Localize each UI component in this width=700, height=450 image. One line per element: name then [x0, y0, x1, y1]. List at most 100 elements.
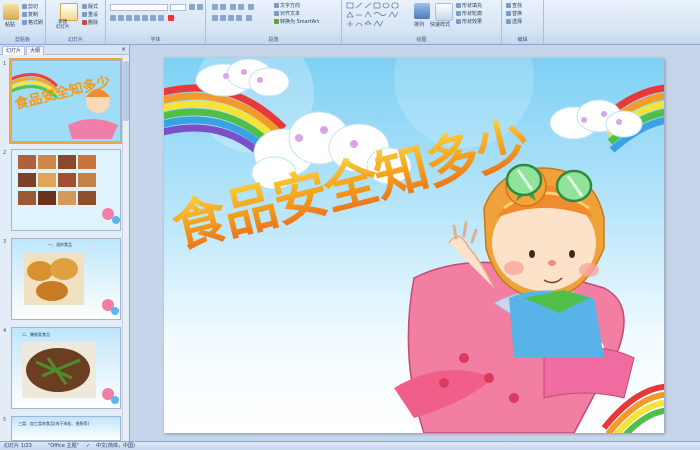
- slide-3-caption: 一、油炸食品: [48, 242, 72, 247]
- font-name-box[interactable]: [110, 4, 168, 11]
- clipboard-group-label: 剪贴板: [14, 37, 30, 43]
- align-text-icon: [274, 11, 279, 16]
- tab-outline[interactable]: 大纲: [26, 46, 45, 55]
- slides-group-label: 幻灯片: [67, 37, 83, 43]
- new-slide-icon[interactable]: [60, 3, 78, 21]
- find-label: 查找: [512, 3, 523, 9]
- slides-pane: 幻灯片 大纲 × 1 食品安全知多少 2 3 一、油炸食品 4 二、腌制类食品 …: [0, 45, 130, 441]
- slide-number: 4: [3, 328, 7, 334]
- slide-thumbnail-5[interactable]: 三类、加工类肉食品(肉干肉松、香肠等): [11, 416, 121, 441]
- text-direction-button[interactable]: 文字方向: [274, 2, 300, 9]
- scrollbar-thumb[interactable]: [123, 61, 129, 121]
- delete-slide-button[interactable]: 删除: [82, 19, 98, 26]
- delete-icon: [82, 20, 87, 25]
- reset-icon: [82, 12, 87, 17]
- copy-button[interactable]: 复制: [22, 11, 38, 18]
- brush-icon: [22, 20, 27, 25]
- arrange-button[interactable]: 排列: [414, 21, 424, 28]
- format-painter-button[interactable]: 格式刷: [22, 19, 43, 26]
- font-group: 字体: [106, 0, 206, 44]
- align-center-icon[interactable]: [220, 15, 226, 21]
- slide-editor[interactable]: 食品安全知多少: [164, 58, 664, 433]
- smartart-label: 转换为 SmartArt: [280, 19, 320, 25]
- editing-group-label: 编辑: [517, 37, 528, 43]
- slide-number: 2: [3, 150, 7, 156]
- slides-group: 新建 幻灯片 版式 重设 删除 幻灯片: [46, 0, 106, 44]
- slide-2-preview: [12, 150, 120, 230]
- effects-icon: [456, 19, 461, 24]
- cursor-icon: [506, 19, 511, 24]
- bold-icon[interactable]: [110, 15, 116, 21]
- cut-button[interactable]: 剪切: [22, 3, 38, 10]
- replace-button[interactable]: 替换: [506, 10, 522, 17]
- align-right-icon[interactable]: [228, 15, 234, 21]
- columns-icon[interactable]: [246, 15, 252, 21]
- slide-thumbnail-3[interactable]: 一、油炸食品: [11, 238, 121, 320]
- thumbnail-scrollbar[interactable]: [122, 55, 129, 441]
- shape-effects-button[interactable]: 形状效果: [456, 18, 482, 25]
- find-button[interactable]: 查找: [506, 2, 522, 9]
- paste-icon[interactable]: [3, 4, 19, 20]
- paragraph-group: 文字方向 对齐文本 转换为 SmartArt 段落: [206, 0, 342, 44]
- cut-label: 剪切: [28, 4, 39, 10]
- grow-font-icon[interactable]: [189, 4, 195, 10]
- shape-outline-button[interactable]: 形状轮廓: [456, 10, 482, 17]
- reset-label: 重设: [88, 12, 99, 18]
- decrease-indent-icon[interactable]: [230, 4, 236, 10]
- binoculars-icon: [506, 3, 511, 8]
- paragraph-group-label: 段落: [268, 37, 279, 43]
- layout-label: 版式: [88, 4, 99, 10]
- numbering-icon[interactable]: [220, 4, 226, 10]
- select-label: 选择: [512, 19, 523, 25]
- drawing-group-label: 绘图: [416, 37, 427, 43]
- font-size-box[interactable]: [170, 4, 186, 11]
- line-spacing-icon[interactable]: [248, 4, 254, 10]
- tab-slides[interactable]: 幻灯片: [2, 46, 26, 55]
- shapes-gallery[interactable]: [346, 2, 408, 28]
- align-text-button[interactable]: 对齐文本: [274, 10, 300, 17]
- shape-fill-label: 形状填充: [462, 3, 483, 9]
- smartart-button[interactable]: 转换为 SmartArt: [274, 18, 319, 25]
- shape-effects-label: 形状效果: [462, 19, 483, 25]
- underline-icon[interactable]: [126, 15, 132, 21]
- format-painter-label: 格式刷: [28, 20, 44, 26]
- quick-styles-icon[interactable]: [435, 3, 453, 21]
- shape-fill-button[interactable]: 形状填充: [456, 2, 482, 9]
- editing-group: 查找 替换 选择 编辑: [502, 0, 544, 44]
- copy-label: 复制: [28, 12, 39, 18]
- replace-icon: [506, 11, 511, 16]
- select-button[interactable]: 选择: [506, 18, 522, 25]
- italic-icon[interactable]: [118, 15, 124, 21]
- new-slide-button[interactable]: 新建 幻灯片: [56, 20, 70, 30]
- spacing-icon[interactable]: [150, 15, 156, 21]
- slide-number: 3: [3, 239, 7, 245]
- strikethrough-icon[interactable]: [134, 15, 140, 21]
- shape-outline-label: 形状轮廓: [462, 11, 483, 17]
- reset-button[interactable]: 重设: [82, 11, 98, 18]
- bullets-icon[interactable]: [212, 4, 218, 10]
- slide-thumbnail-1[interactable]: 食品安全知多少: [9, 58, 123, 144]
- slide-1-preview: 食品安全知多少: [12, 61, 120, 141]
- font-color-icon[interactable]: [168, 15, 174, 21]
- arrange-icon[interactable]: [414, 3, 430, 19]
- increase-indent-icon[interactable]: [238, 4, 244, 10]
- slide-thumbnail-2[interactable]: [11, 149, 121, 231]
- drawing-group: 排列 快速样式 形状填充 形状轮廓 形状效果 绘图: [342, 0, 502, 44]
- layout-button[interactable]: 版式: [82, 3, 98, 10]
- justify-icon[interactable]: [236, 15, 242, 21]
- font-group-label: 字体: [150, 37, 161, 43]
- delete-label: 删除: [88, 20, 99, 26]
- align-left-icon[interactable]: [212, 15, 218, 21]
- change-case-icon[interactable]: [158, 15, 164, 21]
- slide-thumbnail-4[interactable]: 二、腌制类食品: [11, 327, 121, 409]
- fill-bucket-icon: [456, 3, 461, 8]
- shrink-font-icon[interactable]: [197, 4, 203, 10]
- slide-5-caption: 三类、加工类肉食品(肉干肉松、香肠等): [18, 421, 90, 426]
- close-icon[interactable]: ×: [121, 46, 126, 54]
- text-direction-label: 文字方向: [280, 3, 301, 9]
- paste-button[interactable]: 粘贴: [5, 21, 15, 28]
- slide-number: 5: [3, 417, 7, 423]
- quick-styles-button[interactable]: 快速样式: [430, 21, 450, 28]
- layout-icon: [82, 4, 87, 9]
- shadow-icon[interactable]: [142, 15, 148, 21]
